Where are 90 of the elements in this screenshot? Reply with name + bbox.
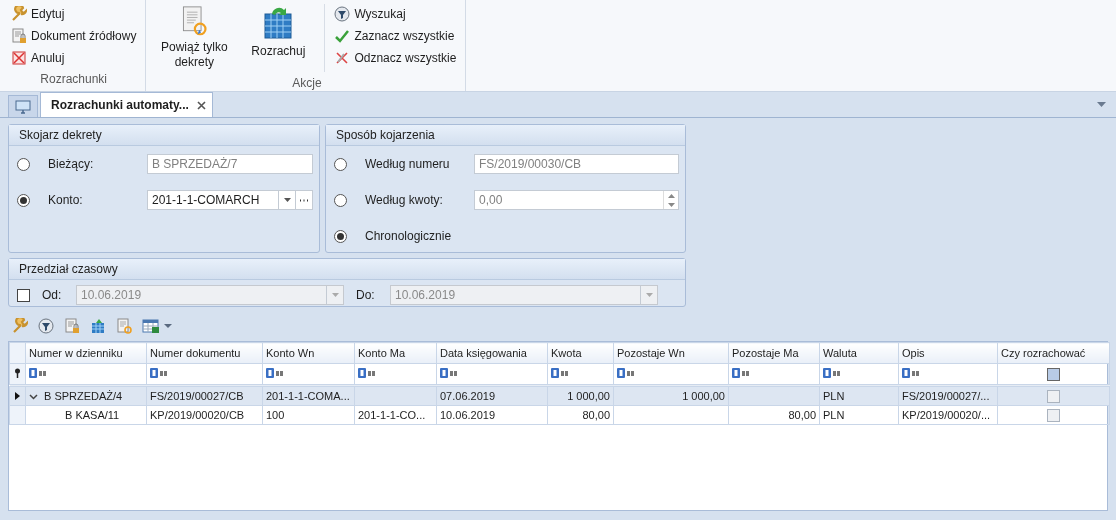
- dropdown-icon[interactable]: [164, 324, 172, 328]
- more-icon[interactable]: [299, 198, 309, 202]
- ribbon-button[interactable]: Dokument źródłowy: [8, 26, 140, 46]
- checkbox[interactable]: [1047, 389, 1060, 403]
- checkbox[interactable]: [1047, 408, 1060, 422]
- field-label: Bieżący:: [48, 157, 95, 171]
- table-cell: 201-1-1-CO...: [354, 405, 437, 425]
- spreadsheet-icon[interactable]: [142, 318, 160, 334]
- table-cell: B KASA/11: [65, 409, 120, 421]
- text-filter-icon[interactable]: [266, 368, 284, 378]
- column-header[interactable]: Kwota: [547, 342, 614, 364]
- text-filter-icon[interactable]: [150, 368, 168, 378]
- monitor-icon: [15, 99, 31, 114]
- radio-button[interactable]: [334, 193, 347, 207]
- row-header[interactable]: [9, 386, 26, 406]
- table-cell: KP/2019/00020/...: [898, 405, 998, 425]
- table-cell: 80,00: [547, 405, 614, 425]
- column-header[interactable]: Numer dokumentu: [146, 342, 263, 364]
- text-filter-icon[interactable]: [902, 368, 920, 378]
- cross-icon: [334, 50, 351, 66]
- column-header[interactable]: Data księgowania: [436, 342, 548, 364]
- ribbon-button[interactable]: Anuluj: [8, 48, 140, 68]
- column-header[interactable]: Pozostaje Ma: [728, 342, 820, 364]
- text-filter-icon[interactable]: [732, 368, 750, 378]
- column-header[interactable]: Pozostaje Wn: [613, 342, 729, 364]
- document-lock-icon: [11, 28, 27, 44]
- text-filter-icon[interactable]: [440, 368, 458, 378]
- column-header[interactable]: Opis: [898, 342, 998, 364]
- table-cell: 1 000,00: [547, 386, 614, 406]
- text-filter-icon[interactable]: [29, 368, 47, 378]
- collapse-icon[interactable]: [29, 391, 38, 401]
- radio-button[interactable]: [334, 157, 347, 171]
- field-label: Według kwoty:: [365, 193, 444, 207]
- field-label: Do:: [356, 288, 376, 302]
- field-label: Od:: [42, 288, 63, 302]
- column-header[interactable]: Konto Wn: [262, 342, 355, 364]
- table-cell: FS/2019/00027/...: [898, 386, 998, 406]
- dropdown-icon[interactable]: [1097, 102, 1106, 107]
- dropdown-icon[interactable]: [283, 198, 291, 202]
- table-cell: 100: [262, 405, 355, 425]
- text-filter-icon[interactable]: [617, 368, 635, 378]
- column-header[interactable]: Konto Ma: [354, 342, 437, 364]
- panel-title: Sposób kojarzenia: [326, 125, 685, 146]
- ribbon-button[interactable]: Zaznacz wszystkie: [331, 26, 460, 46]
- radio-button[interactable]: [17, 193, 30, 207]
- field-label: Konto:: [48, 193, 84, 207]
- pin-icon: [14, 368, 21, 378]
- table-cell: 07.06.2019: [436, 386, 548, 406]
- field-label: Chronologicznie: [365, 229, 453, 243]
- table-cell: FS/2019/00027/CB: [146, 386, 263, 406]
- column-header[interactable]: Waluta: [819, 342, 899, 364]
- table-cell: 10.06.2019: [436, 405, 548, 425]
- wrench-icon: [11, 6, 27, 22]
- column-header[interactable]: Czy rozrachować: [997, 342, 1110, 364]
- radio-button[interactable]: [17, 157, 30, 171]
- close-icon[interactable]: [196, 100, 206, 110]
- ribbon-button[interactable]: Rozrachuj: [238, 4, 319, 72]
- building-arrow-icon: [262, 6, 295, 40]
- home-button[interactable]: [8, 95, 38, 117]
- ribbon-button[interactable]: Wyszukaj: [331, 4, 460, 24]
- text-filter-icon[interactable]: [358, 368, 376, 378]
- table-cell: PLN: [819, 386, 899, 406]
- table-cell: KP/2019/00020/CB: [146, 405, 263, 425]
- ribbon-button[interactable]: Powiąż tylko dekrety: [154, 4, 235, 72]
- filter-icon: [334, 6, 351, 22]
- panel-title: Skojarz dekrety: [9, 125, 319, 146]
- ribbon-button[interactable]: Edytuj: [8, 4, 140, 24]
- input-field[interactable]: 201-1-1-COMARCH: [147, 190, 313, 210]
- text-filter-icon[interactable]: [551, 368, 569, 378]
- filter-icon[interactable]: [38, 318, 54, 334]
- building-arrow-icon[interactable]: [90, 318, 106, 334]
- table-cell: 1 000,00: [613, 386, 729, 406]
- checkmark-icon: [334, 28, 351, 44]
- radio-button[interactable]: [334, 229, 347, 243]
- row-pointer-icon: [15, 392, 20, 400]
- group-label: Akcje: [291, 75, 323, 92]
- table-cell: B SPRZEDAŻ/4: [44, 390, 123, 402]
- table-cell: 201-1-1-COMA...: [262, 386, 355, 406]
- table-cell: PLN: [819, 405, 899, 425]
- tab[interactable]: Rozrachunki automaty...: [40, 92, 213, 117]
- ribbon-button[interactable]: Odznacz wszystkie: [331, 48, 460, 68]
- field-label: Według numeru: [365, 157, 451, 171]
- cancel-icon: [11, 50, 27, 66]
- column-header[interactable]: Numer w dzienniku: [25, 342, 147, 364]
- panel-title: Przedział czasowy: [9, 259, 685, 280]
- group-label: Rozrachunki: [39, 71, 109, 88]
- checkbox[interactable]: [17, 288, 30, 302]
- table-cell: 80,00: [728, 405, 820, 425]
- text-filter-icon[interactable]: [823, 368, 841, 378]
- filter-checkbox[interactable]: [1047, 367, 1060, 381]
